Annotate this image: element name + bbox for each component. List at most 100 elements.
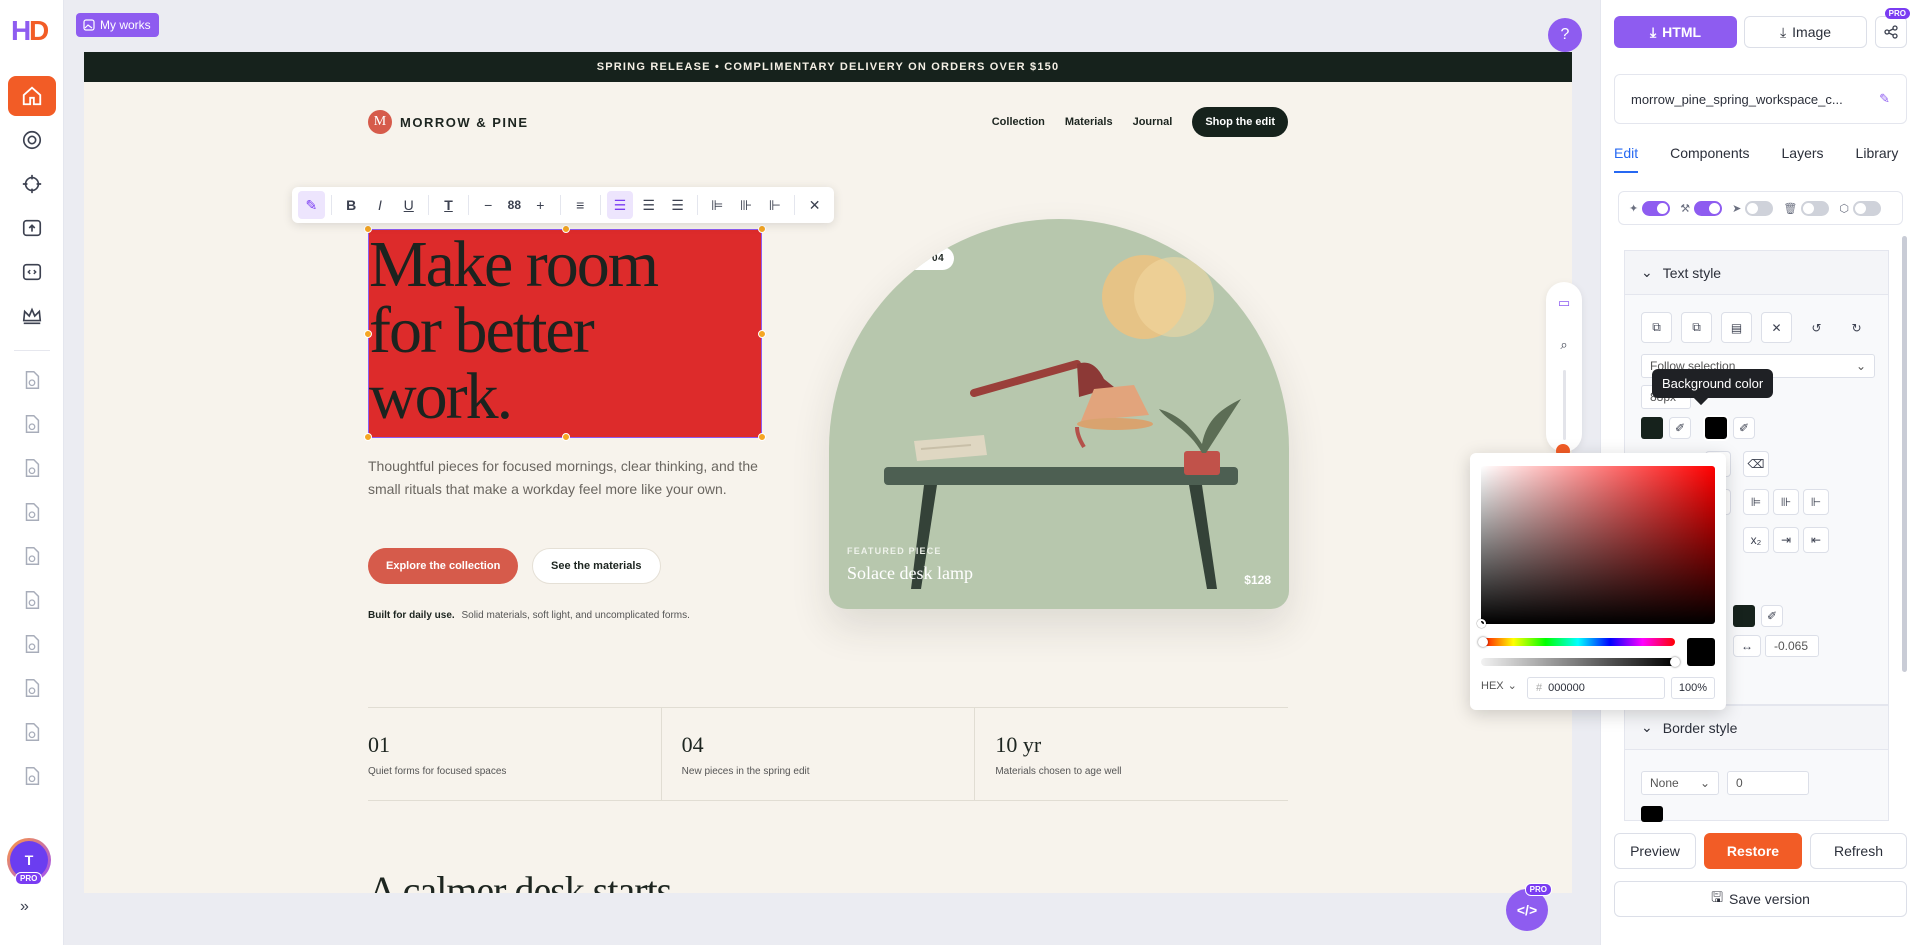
resize-handle[interactable]	[758, 433, 766, 441]
align-left-button[interactable]: ☰	[606, 191, 634, 219]
shadow-color-swatch[interactable]	[1733, 605, 1755, 627]
zoom-button[interactable]: ⌕	[1555, 336, 1573, 354]
premium-nav-button[interactable]	[8, 296, 56, 336]
bold-button[interactable]: B	[338, 191, 365, 219]
export-image-button[interactable]: ⤓ Image	[1744, 16, 1867, 48]
shop-the-edit-button[interactable]: Shop the edit	[1192, 107, 1288, 137]
recent-file-8[interactable]	[8, 668, 56, 708]
letter-spacing-input[interactable]: -0.065	[1765, 635, 1819, 657]
eraser-button[interactable]: ⌫	[1743, 451, 1769, 477]
background-color-swatch[interactable]	[1703, 415, 1729, 441]
tab-library[interactable]: Library	[1856, 145, 1899, 173]
restore-button[interactable]: Restore	[1704, 833, 1802, 869]
refresh-button[interactable]: Refresh	[1810, 833, 1907, 869]
trash-toggle[interactable]	[1801, 200, 1830, 216]
outdent-button[interactable]: ⇤	[1803, 527, 1829, 553]
hue-slider[interactable]	[1481, 638, 1675, 646]
sparkle-toggle[interactable]	[1642, 200, 1671, 216]
featured-card[interactable]: SEASON / 04 FEATURED PIECE Solace desk l…	[829, 219, 1289, 609]
send-toggle[interactable]	[1745, 200, 1774, 216]
saturation-value-area[interactable]	[1477, 466, 1715, 628]
resize-handle[interactable]	[562, 433, 570, 441]
alpha-slider[interactable]	[1481, 658, 1675, 666]
undo-button[interactable]: ↺	[1801, 312, 1832, 343]
recent-file-1[interactable]	[8, 360, 56, 400]
wrench-toggle[interactable]	[1694, 200, 1723, 216]
clear-style-button[interactable]: ✕	[1761, 312, 1792, 343]
explore-collection-button[interactable]: Explore the collection	[368, 548, 519, 584]
alpha-input[interactable]: 100%	[1671, 677, 1715, 699]
my-works-button[interactable]: My works	[76, 13, 159, 37]
shadow-color-picker-button[interactable]: ✐	[1761, 605, 1783, 627]
app-logo[interactable]: H D	[9, 12, 55, 48]
nav-link-materials[interactable]: Materials	[1065, 116, 1113, 128]
indent-button[interactable]: ⇥	[1773, 527, 1799, 553]
home-nav-button[interactable]	[8, 76, 56, 116]
tab-edit[interactable]: Edit	[1614, 145, 1639, 173]
target-nav-button[interactable]	[8, 164, 56, 204]
panel-scrollbar[interactable]	[1902, 236, 1907, 672]
redo-button[interactable]: ↻	[1841, 312, 1872, 343]
saturation-cursor[interactable]	[1477, 619, 1486, 628]
align-box-center-button[interactable]: ⊪	[1773, 489, 1799, 515]
resize-handle[interactable]	[758, 225, 766, 233]
text-style-header[interactable]: ⌄ Text style	[1625, 251, 1888, 295]
nav-link-collection[interactable]: Collection	[992, 116, 1045, 128]
rename-icon[interactable]: ✎	[1879, 91, 1890, 107]
tab-layers[interactable]: Layers	[1782, 145, 1824, 173]
upload-nav-button[interactable]	[8, 208, 56, 248]
recent-file-5[interactable]	[8, 536, 56, 576]
see-materials-button[interactable]: See the materials	[532, 548, 661, 584]
align-center-button[interactable]: ☰	[635, 191, 662, 219]
text-color-button[interactable]: T	[435, 191, 462, 219]
hero-title-selection[interactable]: Make room for better work.	[364, 225, 766, 441]
preview-button[interactable]: Preview	[1614, 833, 1696, 869]
user-avatar[interactable]: T PRO	[7, 838, 51, 885]
align-box-right-button[interactable]: ⊩	[1803, 489, 1829, 515]
resize-handle[interactable]	[758, 330, 766, 338]
code-view-button[interactable]: </> PRO	[1506, 883, 1552, 931]
recent-file-2[interactable]	[8, 404, 56, 444]
increase-size-button[interactable]: +	[527, 191, 554, 219]
border-width-input[interactable]: 0	[1727, 771, 1809, 795]
document-button[interactable]: ▤	[1721, 312, 1752, 343]
resize-handle[interactable]	[364, 330, 372, 338]
nav-link-journal[interactable]: Journal	[1133, 116, 1173, 128]
align-right-button[interactable]: ☰	[664, 191, 691, 219]
brand-name[interactable]: MORROW & PINE	[400, 115, 529, 130]
hex-input[interactable]: # 000000	[1527, 677, 1665, 699]
edit-text-button[interactable]: ✎	[298, 191, 325, 219]
align-box-right-button[interactable]: ⊩	[761, 191, 788, 219]
italic-button[interactable]: I	[367, 191, 394, 219]
close-toolbar-button[interactable]: ✕	[801, 191, 828, 219]
recent-file-10[interactable]	[8, 756, 56, 796]
text-color-picker-button[interactable]: ✐	[1669, 417, 1691, 439]
subscript-button[interactable]: x₂	[1743, 527, 1769, 553]
background-color-picker-button[interactable]: ✐	[1733, 417, 1755, 439]
responsive-view-button[interactable]: ▭	[1555, 294, 1573, 312]
line-height-button[interactable]: ≡	[567, 191, 594, 219]
tab-components[interactable]: Components	[1670, 145, 1749, 173]
align-box-left-button[interactable]: ⊫	[704, 191, 731, 219]
resize-handle[interactable]	[364, 225, 372, 233]
save-version-button[interactable]: 🖫 Save version	[1614, 881, 1907, 917]
help-button[interactable]: ?	[1548, 18, 1582, 52]
alpha-slider-handle[interactable]	[1670, 657, 1680, 667]
zoom-slider-track[interactable]	[1563, 370, 1566, 440]
recent-file-6[interactable]	[8, 580, 56, 620]
border-color-swatch[interactable]	[1641, 806, 1663, 822]
color-format-select[interactable]: HEX ⌄	[1481, 679, 1517, 693]
export-html-button[interactable]: ⤓ HTML	[1614, 16, 1737, 48]
resize-handle[interactable]	[364, 433, 372, 441]
hero-title[interactable]: Make room for better work.	[369, 230, 763, 430]
expand-rail-button[interactable]: »	[20, 898, 29, 916]
border-style-header[interactable]: ⌄ Border style	[1625, 706, 1888, 750]
border-style-select[interactable]: None ⌄	[1641, 771, 1719, 795]
font-size-value[interactable]: 88	[504, 198, 525, 212]
share-button[interactable]: PRO	[1875, 8, 1910, 48]
recent-file-9[interactable]	[8, 712, 56, 752]
camera-nav-button[interactable]	[8, 120, 56, 160]
decrease-size-button[interactable]: −	[475, 191, 502, 219]
recent-file-7[interactable]	[8, 624, 56, 664]
align-box-left-button[interactable]: ⊫	[1743, 489, 1769, 515]
